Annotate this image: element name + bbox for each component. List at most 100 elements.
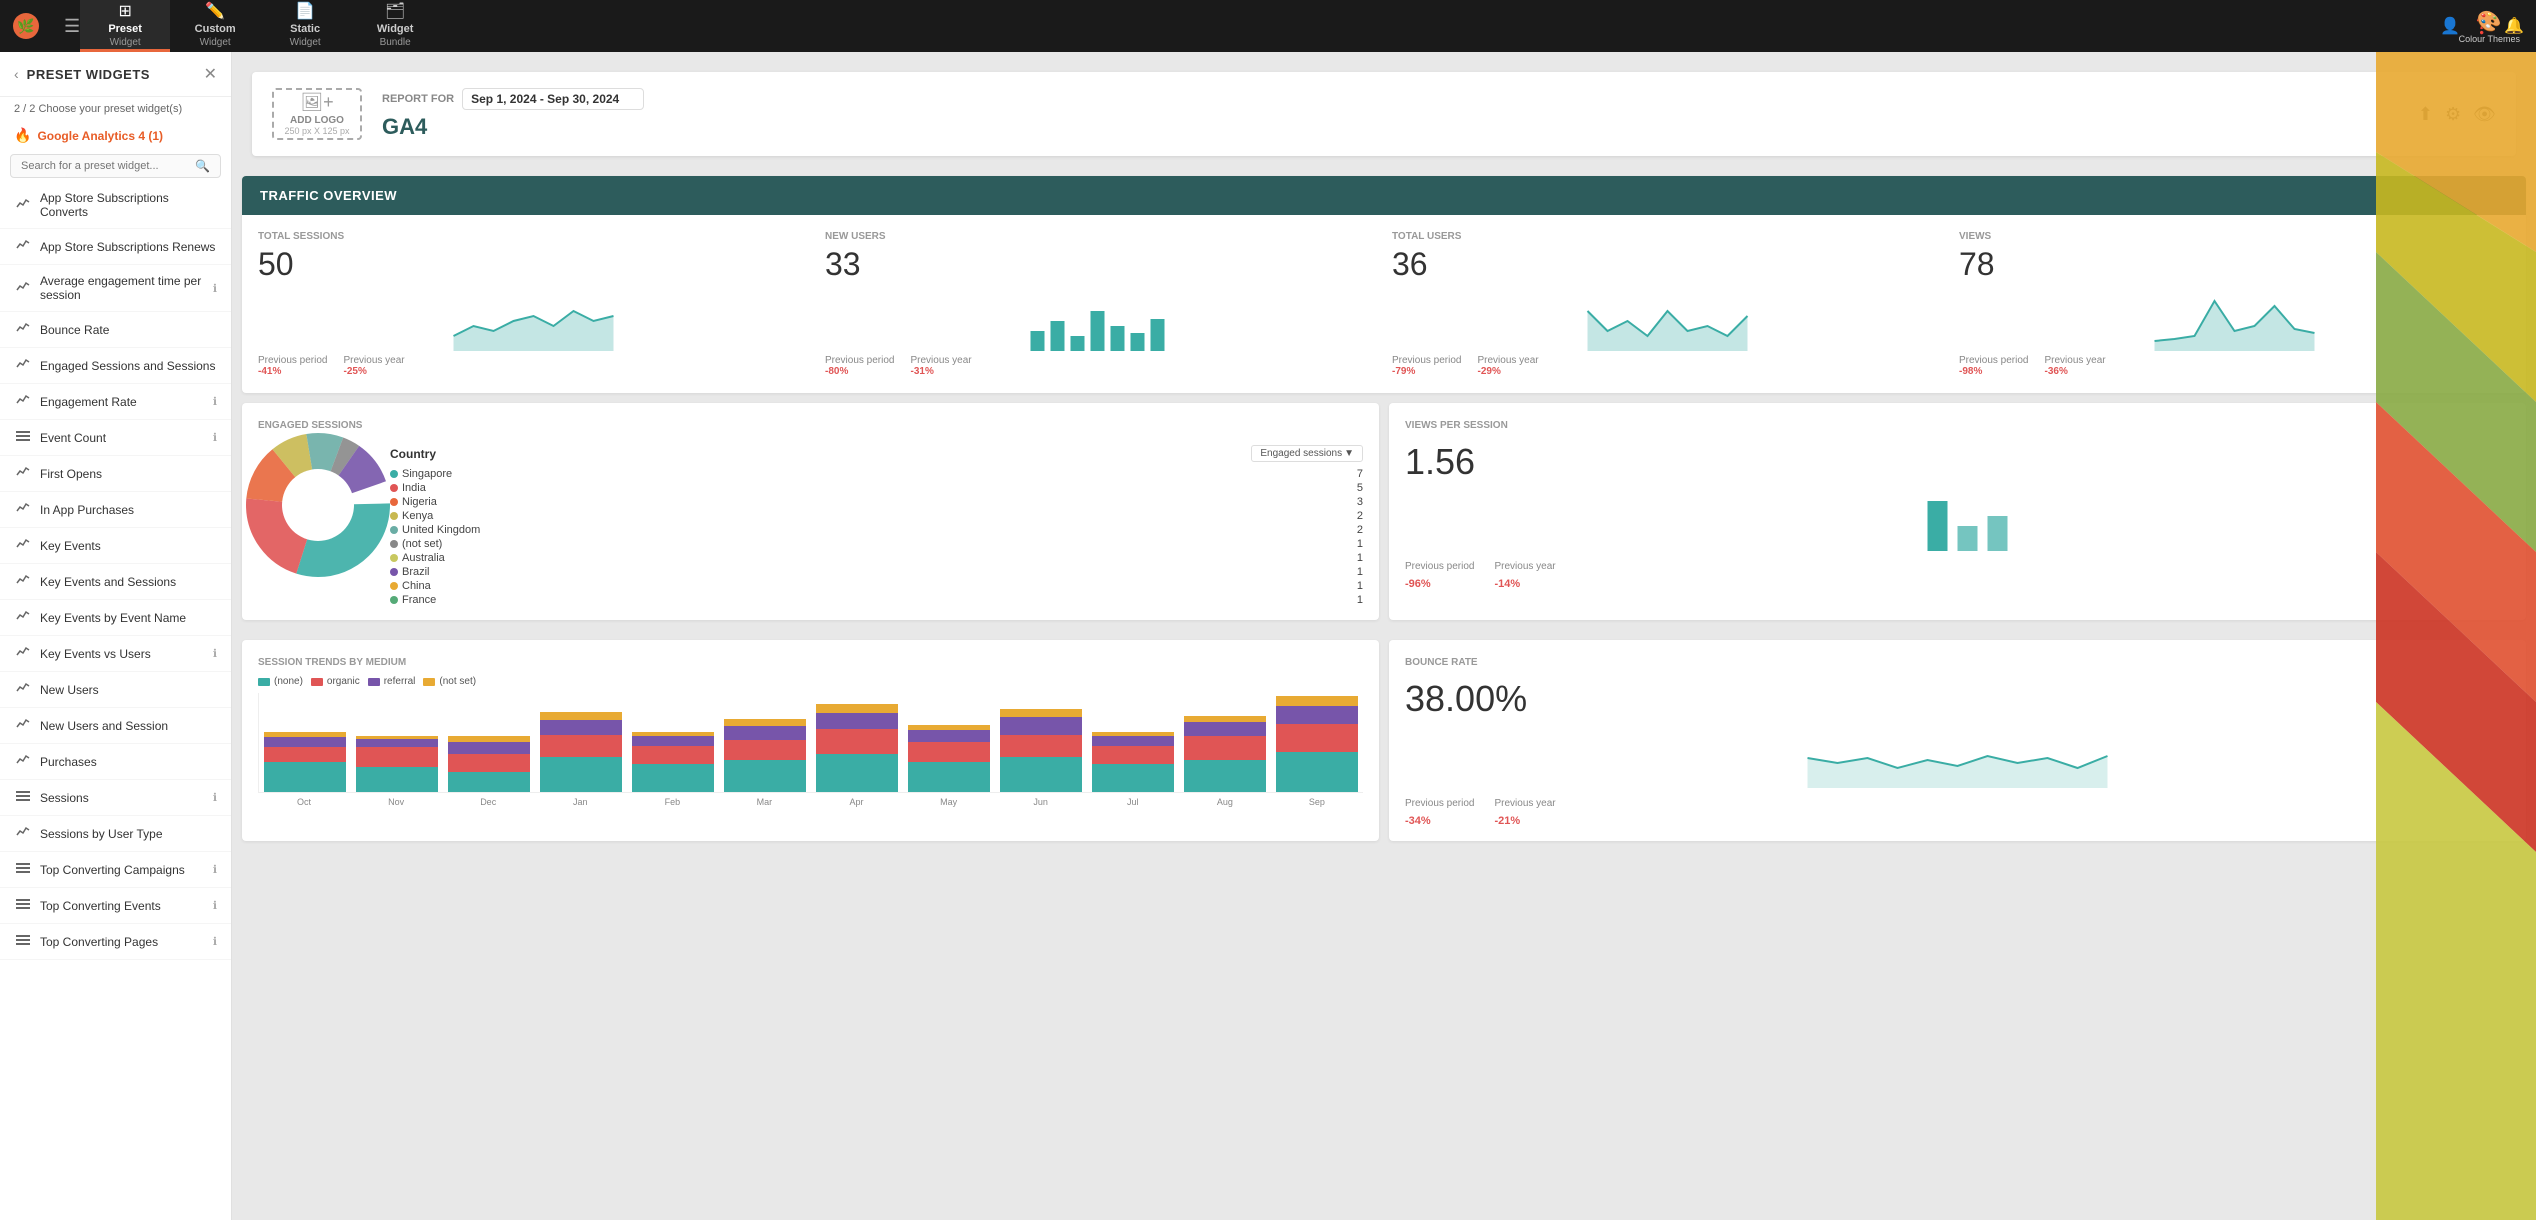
sidebar-item-app-store-renews[interactable]: App Store Subscriptions Renews [0,229,231,265]
sidebar-item-event-count[interactable]: Event Count ℹ [0,420,231,456]
search-icon[interactable]: 🔍 [195,159,210,173]
sidebar-item-label: App Store Subscriptions Converts [40,191,217,219]
sidebar-item-info-icon[interactable]: ℹ [213,935,217,948]
tab-static-widget[interactable]: 📄 Static Widget [260,0,350,52]
sidebar-item-label: Top Converting Campaigns [40,863,205,877]
country-dot [390,526,398,534]
sidebar-item-engaged-sessions[interactable]: Engaged Sessions and Sessions [0,348,231,384]
category-icon: 🔥 [14,127,31,144]
month-label: Dec [442,797,534,807]
share-icon[interactable]: ⬆ [2418,104,2433,125]
sidebar-item-info-icon[interactable]: ℹ [213,863,217,876]
sidebar-item-first-opens[interactable]: First Opens [0,456,231,492]
bar-segment [540,735,623,757]
legend-referral: referral [368,676,416,687]
bar-segment [264,747,347,762]
tab-widget-bundle[interactable]: 🗂 Widget Bundle [350,0,440,52]
sidebar-back-button[interactable]: ‹ [14,66,19,82]
month-labels: OctNovDecJanFebMarAprMayJunJulAugSep [258,797,1363,807]
sidebar-item-key-events-event-name[interactable]: Key Events by Event Name [0,600,231,636]
sidebar-item-sessions[interactable]: Sessionsℹ [0,780,231,816]
bundle-icon: 🗂 [385,1,405,21]
sidebar-item-label: Key Events by Event Name [40,611,217,625]
sidebar-item-info-icon[interactable]: ℹ [213,431,217,444]
views-chart [1959,291,2510,351]
sidebar-item-info-icon[interactable]: ℹ [213,282,217,295]
sidebar-item-purchases[interactable]: Purchases [0,744,231,780]
svg-text:🌿: 🌿 [17,18,34,35]
bar-segment [540,712,623,720]
bar-segment [264,762,347,792]
country-dot [390,582,398,590]
sidebar-item-top-converting-campaigns[interactable]: Top Converting Campaigns ℹ [0,852,231,888]
month-label: May [903,797,995,807]
engaged-sessions-label-row: ENGAGED SESSIONS [242,403,1379,433]
sidebar-item-key-events-users[interactable]: Key Events vs Usersℹ [0,636,231,672]
tab-custom-widget[interactable]: ✏️ Custom Widget [170,0,260,52]
sidebar-search[interactable]: 🔍 [10,154,221,178]
sidebar-item-label: Top Converting Pages [40,935,205,949]
eye-icon[interactable]: 👁 [2473,104,2496,125]
hamburger-icon[interactable]: ☰ [64,16,80,37]
country-row: Nigeria3 [390,496,1363,508]
sidebar-item-info-icon[interactable]: ℹ [213,899,217,912]
sidebar-item-icon [14,753,32,770]
bar-group [903,725,995,792]
country-table-header: Country Engaged sessions ▼ [390,445,1363,462]
sidebar-item-avg-engagement[interactable]: Average engagement time per sessionℹ [0,265,231,312]
sidebar-item-new-users-session[interactable]: New Users and Session [0,708,231,744]
sidebar: ‹ PRESET WIDGETS ✕ 2 / 2 Choose your pre… [0,52,232,1220]
sidebar-item-new-users[interactable]: New Users [0,672,231,708]
main-layout: ‹ PRESET WIDGETS ✕ 2 / 2 Choose your pre… [0,52,2536,1220]
sidebar-item-app-store-converts[interactable]: App Store Subscriptions Converts [0,182,231,229]
country-dot [390,540,398,548]
sidebar-item-info-icon[interactable]: ℹ [213,791,217,804]
bar-segment [724,740,807,760]
engaged-sessions-dropdown[interactable]: Engaged sessions ▼ [1251,445,1363,462]
legend-organic-color [311,678,323,686]
sidebar-item-sessions-user-type[interactable]: Sessions by User Type [0,816,231,852]
traffic-grid: TOTAL SESSIONS 50 Previous period -41% [242,215,2526,393]
sidebar-item-icon [14,609,32,626]
sidebar-item-label: In App Purchases [40,503,217,517]
sidebar-item-info-icon[interactable]: ℹ [213,647,217,660]
sidebar-item-icon [14,501,32,518]
settings-icon[interactable]: ⚙ [2445,104,2461,125]
bar-segment [724,719,807,726]
sidebar-close-button[interactable]: ✕ [204,64,217,84]
search-input[interactable] [21,160,195,172]
legend-not-set-color [423,678,435,686]
sidebar-item-top-converting-pages[interactable]: Top Converting Pages ℹ [0,924,231,960]
sidebar-item-key-events-sessions[interactable]: Key Events and Sessions [0,564,231,600]
sidebar-item-top-converting-events[interactable]: Top Converting Eventsℹ [0,888,231,924]
add-logo-button[interactable]: 🖼+ ADD LOGO 250 px X 125 px [272,88,362,140]
sidebar-item-engagement-rate[interactable]: Engagement Rateℹ [0,384,231,420]
add-logo-plus-icon: 🖼+ [300,92,333,113]
engaged-sessions-card: ENGAGED SESSIONS [242,403,1379,620]
bar-group [1087,732,1179,792]
bar-segment [908,742,991,762]
country-row: Kenya2 [390,510,1363,522]
bar-segment [1276,724,1359,752]
bar-segment [1000,735,1083,757]
total-users-cell: TOTAL USERS 36 Previous period -79% [1392,231,1943,377]
tab-preset-widget[interactable]: ⊞ Preset Widget [80,0,170,52]
sidebar-item-in-app-purchases[interactable]: In App Purchases [0,492,231,528]
bar-group [1179,716,1271,792]
date-range-selector[interactable]: Sep 1, 2024 - Sep 30, 2024 [462,88,644,110]
month-label: Sep [1271,797,1363,807]
bar-group [811,704,903,792]
bar-segment [356,739,439,747]
sidebar-item-label: Event Count [40,431,205,445]
colour-themes-button[interactable]: 🎨 Colour Themes [2443,0,2536,52]
legend-not-set: (not set) [423,676,476,687]
report-title: GA4 [382,114,2398,140]
country-table: Country Engaged sessions ▼ Singapore7Ind… [390,445,1363,608]
sidebar-item-key-events[interactable]: Key Events [0,528,231,564]
stacked-chart-area: OctNovDecJanFebMarAprMayJunJulAugSep [242,693,1379,819]
sidebar-item-icon [14,393,32,410]
sidebar-item-bounce-rate[interactable]: Bounce Rate [0,312,231,348]
sidebar-item-info-icon[interactable]: ℹ [213,395,217,408]
nav-tabs: ⊞ Preset Widget ✏️ Custom Widget 📄 Stati… [80,0,440,52]
bar-group [995,709,1087,792]
